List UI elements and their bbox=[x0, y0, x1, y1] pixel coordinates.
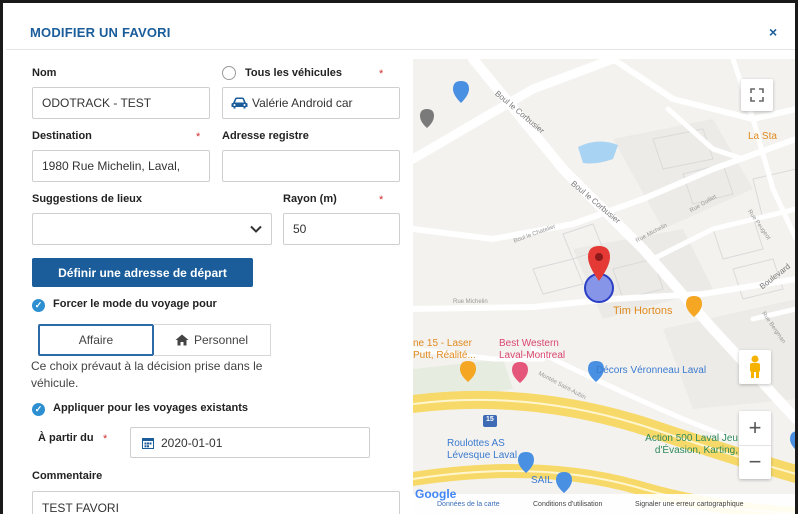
place-label-line: Lévesque Laval bbox=[447, 450, 518, 461]
place-label-line: d'Évasion, Karting, bbox=[654, 445, 738, 456]
suggestions-select[interactable] bbox=[32, 213, 272, 245]
a-partir-label: À partir du bbox=[38, 432, 94, 444]
dialog-title: MODIFIER UN FAVORI bbox=[30, 25, 171, 40]
place-label-line: Roulottes AS bbox=[447, 438, 505, 449]
adresse-registre-label: Adresse registre bbox=[222, 130, 309, 142]
place-label: La Sta bbox=[748, 131, 777, 142]
all-vehicles-radio[interactable] bbox=[222, 66, 236, 80]
edit-favorite-dialog: MODIFIER UN FAVORI × Nom ODOTRACK - TEST… bbox=[0, 0, 798, 514]
apply-existing-checkbox[interactable]: ✓ bbox=[32, 403, 45, 416]
close-button[interactable]: × bbox=[769, 24, 777, 40]
place-label-line: Laval-Montreal bbox=[499, 350, 566, 361]
place-label-line: Best Western bbox=[499, 338, 559, 349]
calendar-icon bbox=[142, 437, 154, 449]
mode-affaire-button[interactable]: Affaire bbox=[38, 324, 154, 356]
fullscreen-button[interactable] bbox=[741, 79, 773, 111]
street-view-pegman[interactable] bbox=[739, 350, 771, 384]
commentaire-label: Commentaire bbox=[32, 470, 103, 482]
zoom-out-button[interactable]: − bbox=[739, 446, 771, 479]
map-data-link[interactable]: Données de la carte bbox=[437, 501, 500, 508]
apply-existing-label: Appliquer pour les voyages existants bbox=[53, 402, 249, 414]
nom-input[interactable]: ODOTRACK - TEST bbox=[32, 87, 210, 119]
destination-label: Destination bbox=[32, 130, 92, 142]
place-label: ne 15 - Laser Putt, Réalité... bbox=[413, 338, 476, 362]
force-mode-label: Forcer le mode du voyage pour bbox=[53, 298, 217, 310]
required-mark: * bbox=[379, 194, 384, 206]
map-view[interactable]: Boul le Corbusier Boul le Corbusier Boul… bbox=[413, 59, 795, 514]
adresse-registre-input[interactable] bbox=[222, 150, 400, 182]
vehicle-value: Valérie Android car bbox=[252, 96, 353, 110]
all-vehicles-label: Tous les véhicules bbox=[245, 67, 343, 79]
place-label: Roulottes AS Lévesque Laval bbox=[447, 438, 517, 462]
home-icon bbox=[175, 334, 189, 346]
place-label-line: Putt, Réalité... bbox=[413, 350, 476, 361]
report-error-link[interactable]: Signaler une erreur cartographique bbox=[635, 501, 744, 508]
place-label-line: ne 15 - Laser bbox=[413, 338, 472, 349]
required-mark: * bbox=[103, 433, 108, 445]
mode-personnel-button[interactable]: Personnel bbox=[153, 324, 271, 356]
chevron-down-icon bbox=[250, 225, 262, 233]
place-label: Best Western Laval-Montreal bbox=[499, 338, 565, 362]
zoom-in-button[interactable]: + bbox=[739, 412, 771, 446]
fullscreen-icon bbox=[750, 88, 764, 102]
nom-label: Nom bbox=[32, 67, 57, 79]
set-departure-button[interactable]: Définir une adresse de départ bbox=[32, 258, 253, 287]
rayon-label: Rayon (m) bbox=[283, 193, 337, 205]
place-label-line: Action 500 Laval Jeu bbox=[645, 433, 738, 444]
place-label: Action 500 Laval Jeu d'Évasion, Karting, bbox=[623, 433, 738, 457]
route-shield-label: 15 bbox=[486, 416, 494, 423]
mode-note: Ce choix prévaut à la décision prise dan… bbox=[31, 359, 263, 390]
header-divider bbox=[6, 49, 795, 50]
date-value: 2020-01-01 bbox=[161, 435, 223, 450]
rayon-input[interactable]: 50 bbox=[283, 213, 400, 245]
required-mark: * bbox=[379, 68, 384, 80]
force-mode-checkbox[interactable]: ✓ bbox=[32, 299, 45, 312]
zoom-controls: + − bbox=[739, 411, 771, 479]
terms-link[interactable]: Conditions d'utilisation bbox=[533, 501, 602, 508]
required-mark: * bbox=[196, 131, 201, 143]
commentaire-input[interactable]: TEST FAVORI bbox=[32, 491, 400, 514]
street-label: Rue Michelin bbox=[453, 299, 488, 305]
vehicle-select[interactable]: Valérie Android car bbox=[222, 87, 400, 119]
mode-affaire-label: Affaire bbox=[78, 333, 114, 347]
date-input[interactable]: 2020-01-01 bbox=[130, 427, 370, 458]
suggestions-label: Suggestions de lieux bbox=[32, 193, 143, 205]
car-icon bbox=[231, 97, 248, 109]
place-label: Décors Véronneau Laval bbox=[596, 365, 707, 376]
pegman-icon bbox=[750, 355, 760, 378]
place-label: SAIL bbox=[531, 475, 553, 486]
google-logo: Google bbox=[415, 487, 457, 501]
destination-input[interactable]: 1980 Rue Michelin, Laval, bbox=[32, 150, 210, 182]
mode-personnel-label: Personnel bbox=[193, 333, 249, 347]
place-label: Tim Hortons bbox=[613, 305, 673, 317]
